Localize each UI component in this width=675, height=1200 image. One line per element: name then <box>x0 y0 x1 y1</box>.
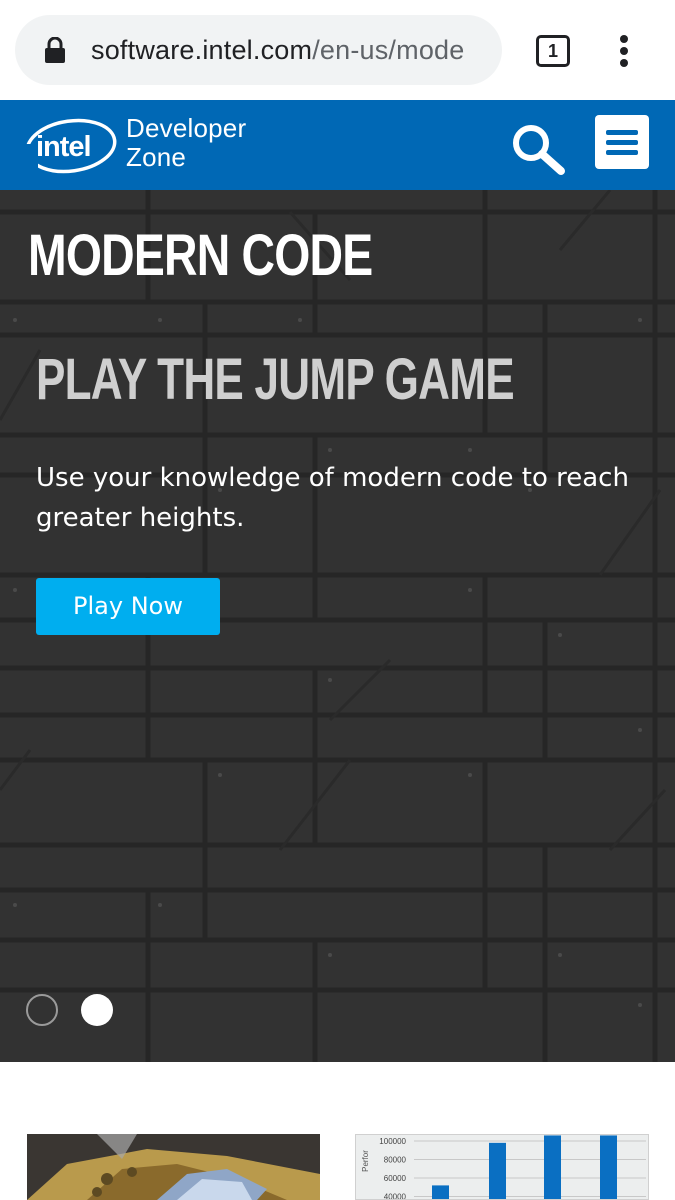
performance-bar-chart: Perfor 100000 80000 60000 40000 <box>361 1135 646 1200</box>
brand-line-2: Zone <box>126 142 187 172</box>
article-thumbnail-chart[interactable]: Perfor 100000 80000 60000 40000 <box>355 1134 649 1200</box>
hero-eyebrow: MODERN CODE <box>28 223 373 288</box>
chart-y-tick-label: 60000 <box>384 1174 407 1183</box>
brand-line-1: Developer <box>126 113 247 143</box>
chart-y-tick-label: 80000 <box>384 1156 407 1165</box>
article-thumbnail-photo[interactable] <box>27 1134 320 1200</box>
chart-y-axis-label: Perfor <box>361 1150 370 1172</box>
chart-y-tick-label: 100000 <box>379 1137 406 1146</box>
hero-title: PLAY THE JUMP GAME <box>36 347 515 412</box>
chart-bar <box>544 1135 561 1199</box>
tabs-icon[interactable]: 1 <box>536 35 570 67</box>
chart-bar <box>489 1142 506 1199</box>
hero-carousel: MODERN CODE PLAY THE JUMP GAME Use your … <box>0 190 675 1062</box>
url-path: /en-us/mode <box>312 35 465 65</box>
url-host: software.intel.com <box>91 35 313 65</box>
carousel-dot-1[interactable] <box>26 994 58 1026</box>
developer-zone-title[interactable]: Developer Zone <box>126 114 246 172</box>
site-header: intel Developer Zone <box>0 100 675 190</box>
chart-bar <box>432 1185 449 1199</box>
carousel-dot-2-active[interactable] <box>81 994 113 1026</box>
address-bar[interactable]: software.intel.com/en-us/mode <box>15 15 502 85</box>
thumbnail-photo-image <box>27 1134 320 1200</box>
url-text[interactable]: software.intel.com/en-us/mode <box>91 32 491 68</box>
lock-icon <box>45 37 65 63</box>
hero-description: Use your knowledge of modern code to rea… <box>36 463 629 533</box>
search-icon[interactable] <box>510 122 568 176</box>
chart-bar <box>600 1135 617 1199</box>
chart-y-tick-label: 40000 <box>384 1193 407 1200</box>
browser-toolbar: software.intel.com/en-us/mode 1 <box>0 0 675 100</box>
intel-logo[interactable]: intel <box>24 118 118 174</box>
intel-logo-text: intel <box>36 131 91 163</box>
overflow-menu-icon[interactable] <box>612 33 636 69</box>
hamburger-menu-icon[interactable] <box>595 115 649 169</box>
play-now-button[interactable]: Play Now <box>36 578 220 635</box>
